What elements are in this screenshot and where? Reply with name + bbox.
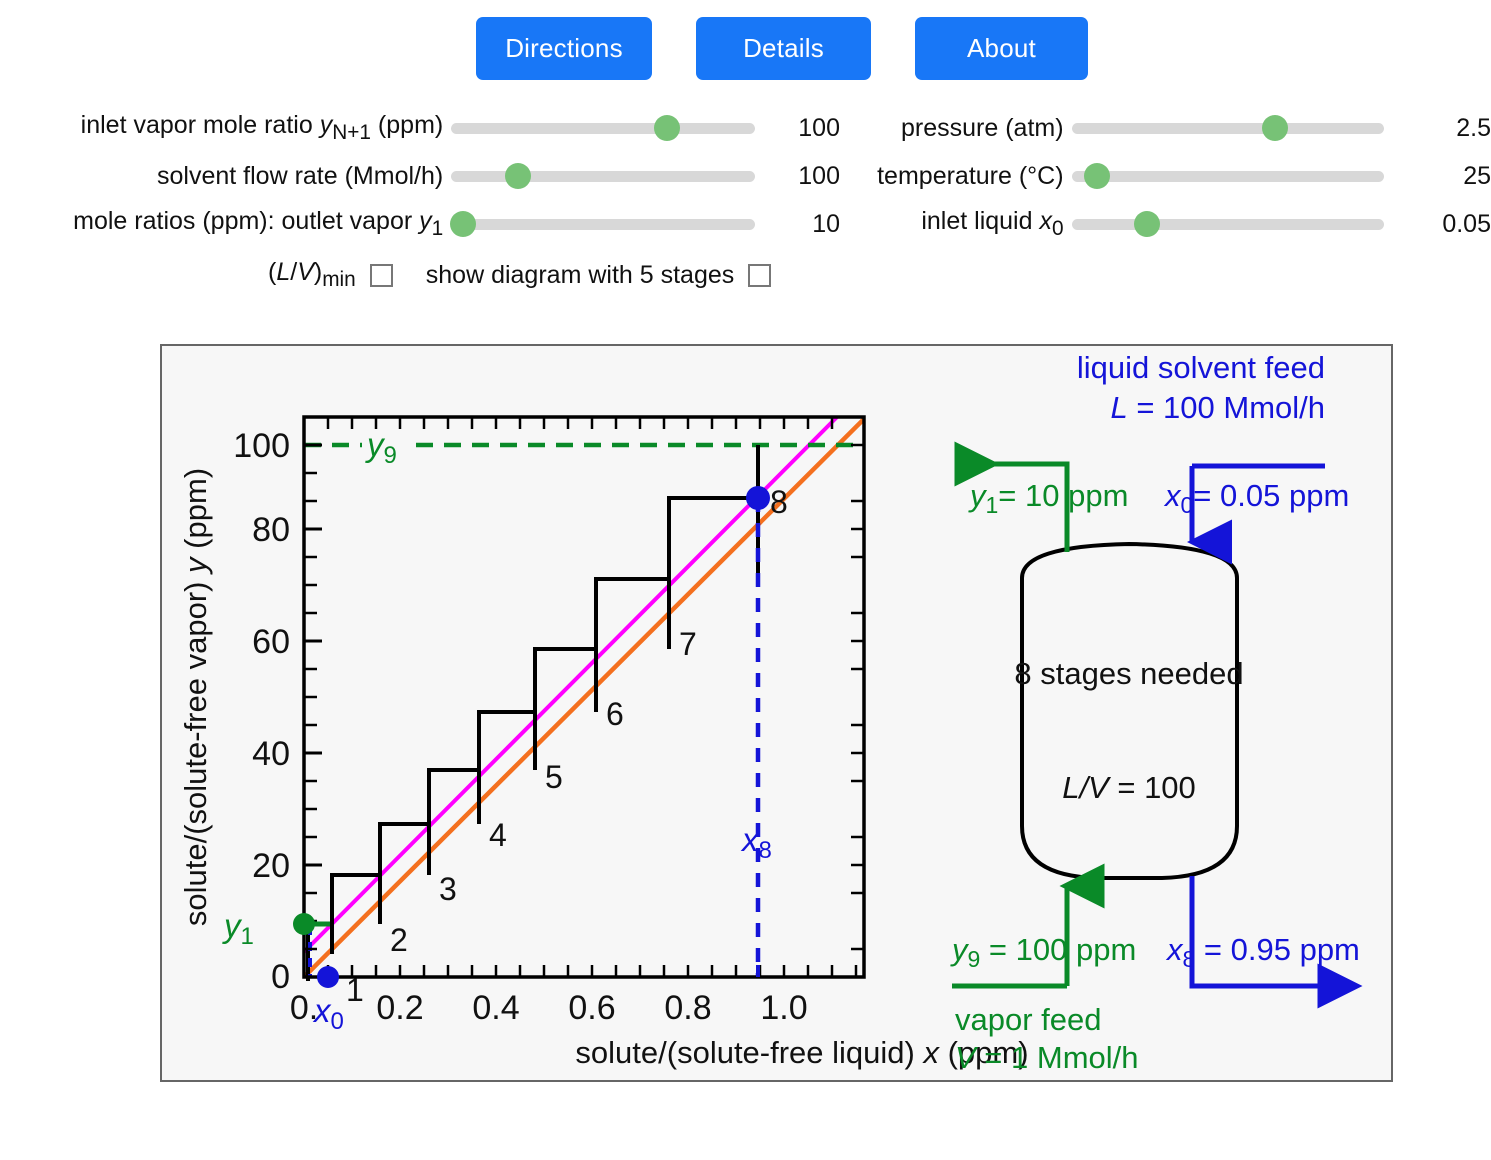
staircase-path: [306, 445, 760, 981]
ytick-label-20: 20: [252, 847, 290, 885]
stages-needed-text: 8 stages needed: [1014, 656, 1243, 691]
figure-svg: 0 20 40 60 80 100 0. 0.2 0.4 0.6 0.8 1.0…: [178, 350, 1363, 1075]
slider-track: [451, 218, 755, 230]
annotation-x8: x8: [740, 821, 772, 864]
plot-group: 0 20 40 60 80 100 0. 0.2 0.4 0.6 0.8 1.0…: [178, 415, 1029, 1070]
lv-ratio-text: L/V = 100: [1062, 770, 1196, 805]
value-solvent-flow-rate: 100: [798, 161, 840, 190]
label-lv-min: (L/V)min: [268, 258, 356, 291]
slider-knob[interactable]: [1261, 115, 1288, 141]
value-outlet-vapor-mole-ratio: 10: [812, 209, 840, 238]
column-diagram-group: 8 stages needed L/V = 100 y1= 10 ppm liq…: [950, 350, 1363, 1075]
slider-track: [1071, 170, 1385, 182]
slider-track: [1071, 122, 1385, 134]
y-major-ticks: [304, 443, 322, 979]
x-minor-ticks: [326, 965, 858, 977]
slider-track: [451, 170, 755, 182]
xtick-label-08: 0.8: [664, 989, 711, 1027]
ytick-label-100: 100: [233, 427, 290, 465]
stage-label-2: 2: [390, 922, 408, 958]
slider-knob[interactable]: [653, 115, 680, 141]
absorber-vessel: [1020, 541, 1239, 880]
xtick-label-10: 1.0: [760, 989, 807, 1027]
stage-label-5: 5: [545, 759, 563, 795]
y1-marker-dot: [293, 913, 315, 935]
label-temperature: temperature (°C): [877, 161, 1064, 190]
value-inlet-vapor-mole-ratio: 100: [798, 113, 840, 142]
ytick-label-40: 40: [252, 735, 290, 773]
y-axis-title: solute/(solute-free vapor) y (ppm): [178, 468, 213, 926]
value-inlet-liquid: 0.05: [1442, 209, 1491, 238]
slider-knob[interactable]: [1133, 211, 1160, 237]
ytick-label-0: 0: [271, 958, 290, 996]
ytick-label-80: 80: [252, 511, 290, 549]
stage-label-4: 4: [489, 817, 507, 853]
control-temperature: temperature (°C) 25: [845, 152, 1491, 200]
slider-knob[interactable]: [450, 211, 477, 237]
annotation-y1: y1: [222, 907, 254, 950]
stage-label-6: 6: [606, 696, 624, 732]
control-outlet-vapor-mole-ratio: mole ratios (ppm): outlet vapor y1 10: [0, 200, 840, 248]
controls-column-left: inlet vapor mole ratio yN+1 (ppm) 100 so…: [0, 104, 840, 248]
stage-label-1: 1: [346, 972, 364, 1008]
directions-button[interactable]: Directions: [476, 17, 652, 80]
label-solvent-flow-rate: solvent flow rate (Mmol/h): [157, 161, 444, 190]
outlet-vapor-label: y1= 10 ppm: [968, 478, 1128, 518]
slider-track: [451, 122, 755, 134]
slider-knob[interactable]: [504, 163, 531, 189]
checkbox-show-diagram-5-stages[interactable]: [748, 263, 772, 287]
label-show-diagram-5-stages: show diagram with 5 stages: [425, 260, 735, 289]
label-pressure: pressure (atm): [901, 113, 1064, 142]
checkbox-row: (L/V)min show diagram with 5 stages: [268, 258, 772, 292]
y-right-ticks: [851, 443, 864, 951]
slider-track: [1071, 218, 1385, 230]
slider-outlet-vapor-mole-ratio[interactable]: [450, 209, 755, 239]
x-top-ticks: [326, 417, 834, 429]
ytick-label-60: 60: [252, 623, 290, 661]
app-root: Directions Details About inlet vapor mol…: [0, 0, 1491, 1160]
value-temperature: 25: [1463, 161, 1491, 190]
control-solvent-flow-rate: solvent flow rate (Mmol/h) 100: [0, 152, 840, 200]
about-button[interactable]: About: [915, 17, 1088, 80]
control-pressure: pressure (atm) 2.5: [845, 104, 1491, 152]
x8-marker-dot: [746, 486, 770, 510]
vapor-feed-V: V = 1 Mmol/h: [955, 1040, 1139, 1075]
x0-marker-dot: [317, 966, 339, 988]
slider-inlet-liquid[interactable]: [1071, 209, 1385, 239]
details-button[interactable]: Details: [696, 17, 871, 80]
xtick-label-06: 0.6: [568, 989, 615, 1027]
value-pressure: 2.5: [1456, 113, 1491, 142]
control-inlet-liquid: inlet liquid x0 0.05: [845, 200, 1491, 248]
label-inlet-liquid: inlet liquid x0: [921, 206, 1064, 240]
vapor-feed-y9: y9 = 100 ppm: [950, 932, 1136, 972]
slider-solvent-flow-rate[interactable]: [451, 161, 755, 191]
liquid-feed-title: liquid solvent feed: [1077, 350, 1325, 385]
top-button-row: Directions Details About: [476, 17, 1088, 80]
slider-temperature[interactable]: [1071, 161, 1385, 191]
stage-label-8: 8: [770, 484, 788, 520]
outlet-liquid-arrow: [1189, 876, 1363, 1009]
checkbox-lv-min[interactable]: [369, 263, 393, 287]
slider-knob[interactable]: [1083, 163, 1110, 189]
xtick-label-04: 0.4: [472, 989, 519, 1027]
liquid-feed-L: L = 100 Mmol/h: [1110, 390, 1325, 425]
label-outlet-vapor-mole-ratio: mole ratios (ppm): outlet vapor y1: [73, 206, 444, 240]
y-minor-ticks: [304, 415, 317, 951]
vapor-feed-title: vapor feed: [955, 1002, 1102, 1037]
annotation-x0: x0: [312, 992, 344, 1035]
label-inlet-vapor-mole-ratio: inlet vapor mole ratio yN+1 (ppm): [80, 110, 444, 144]
controls-column-right: pressure (atm) 2.5 temperature (°C) 25 i…: [845, 104, 1491, 248]
slider-inlet-vapor-mole-ratio[interactable]: [451, 113, 755, 143]
xtick-label-02: 0.2: [376, 989, 423, 1027]
stage-label-7: 7: [679, 626, 697, 662]
figure-panel: 0 20 40 60 80 100 0. 0.2 0.4 0.6 0.8 1.0…: [160, 344, 1393, 1082]
stage-label-3: 3: [439, 871, 457, 907]
control-inlet-vapor-mole-ratio: inlet vapor mole ratio yN+1 (ppm) 100: [0, 104, 840, 152]
slider-pressure[interactable]: [1071, 113, 1385, 143]
